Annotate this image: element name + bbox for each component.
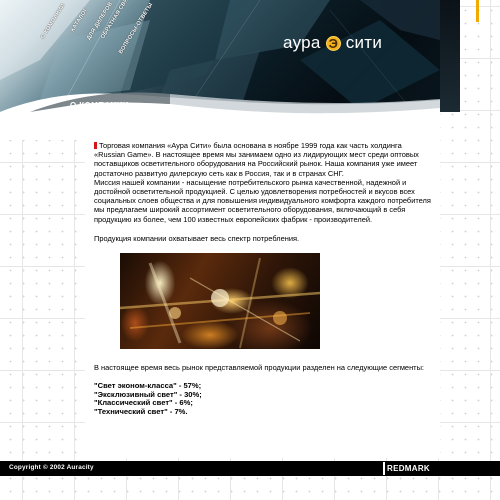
intro-text: Торговая компания «Аура Сити» была основ…: [94, 141, 419, 178]
side-dark-strip: [440, 0, 460, 112]
coverage-paragraph: Продукция компании охватывает весь спект…: [94, 233, 300, 243]
main-nav: О КОМПАНИИ КАТАЛОГ ДЛЯ ДИЛЕРОВ ОБРАТНАЯ …: [0, 0, 200, 80]
light-streaks: [120, 257, 320, 349]
main-content: Торговая компания «Аура Сити» была основ…: [85, 140, 440, 458]
segments-intro-paragraph: В настоящее время весь рынок представляе…: [94, 363, 424, 373]
footer: Copyright © 2002 Auracity REDMARK: [0, 461, 500, 476]
header-side-decoration: [440, 0, 500, 140]
header-banner: О КОМПАНИИ КАТАЛОГ ДЛЯ ДИЛЕРОВ ОБРАТНАЯ …: [0, 0, 440, 140]
site-logo[interactable]: аура Э сити: [283, 33, 382, 53]
logo-word-right: сити: [345, 33, 383, 52]
intro-paragraph: Торговая компания «Аура Сити» была основ…: [94, 141, 433, 178]
section-title: О КОМПАНИИ: [70, 101, 130, 110]
light-photo: [120, 253, 320, 350]
nav-link-about[interactable]: О КОМПАНИИ: [40, 3, 67, 41]
logo-sun-letter: Э: [328, 35, 338, 51]
logo-word-left: аура: [283, 33, 321, 52]
segments-list: "Свет эконом-класса" - 57%; "Эксклюзивны…: [94, 382, 433, 416]
segment-item: "Технический свет" - 7%.: [94, 407, 188, 417]
footer-credit-link[interactable]: REDMARK: [383, 462, 432, 475]
red-marker-icon: [94, 142, 97, 149]
footer-copyright: Copyright © 2002 Auracity: [9, 464, 94, 471]
logo-sun-icon: Э: [324, 34, 343, 53]
side-accent-bar: [476, 0, 479, 22]
mission-paragraph: Миссия нашей компании - насыщение потреб…: [94, 177, 431, 224]
nav-link-catalog[interactable]: КАТАЛОГ: [70, 7, 90, 33]
